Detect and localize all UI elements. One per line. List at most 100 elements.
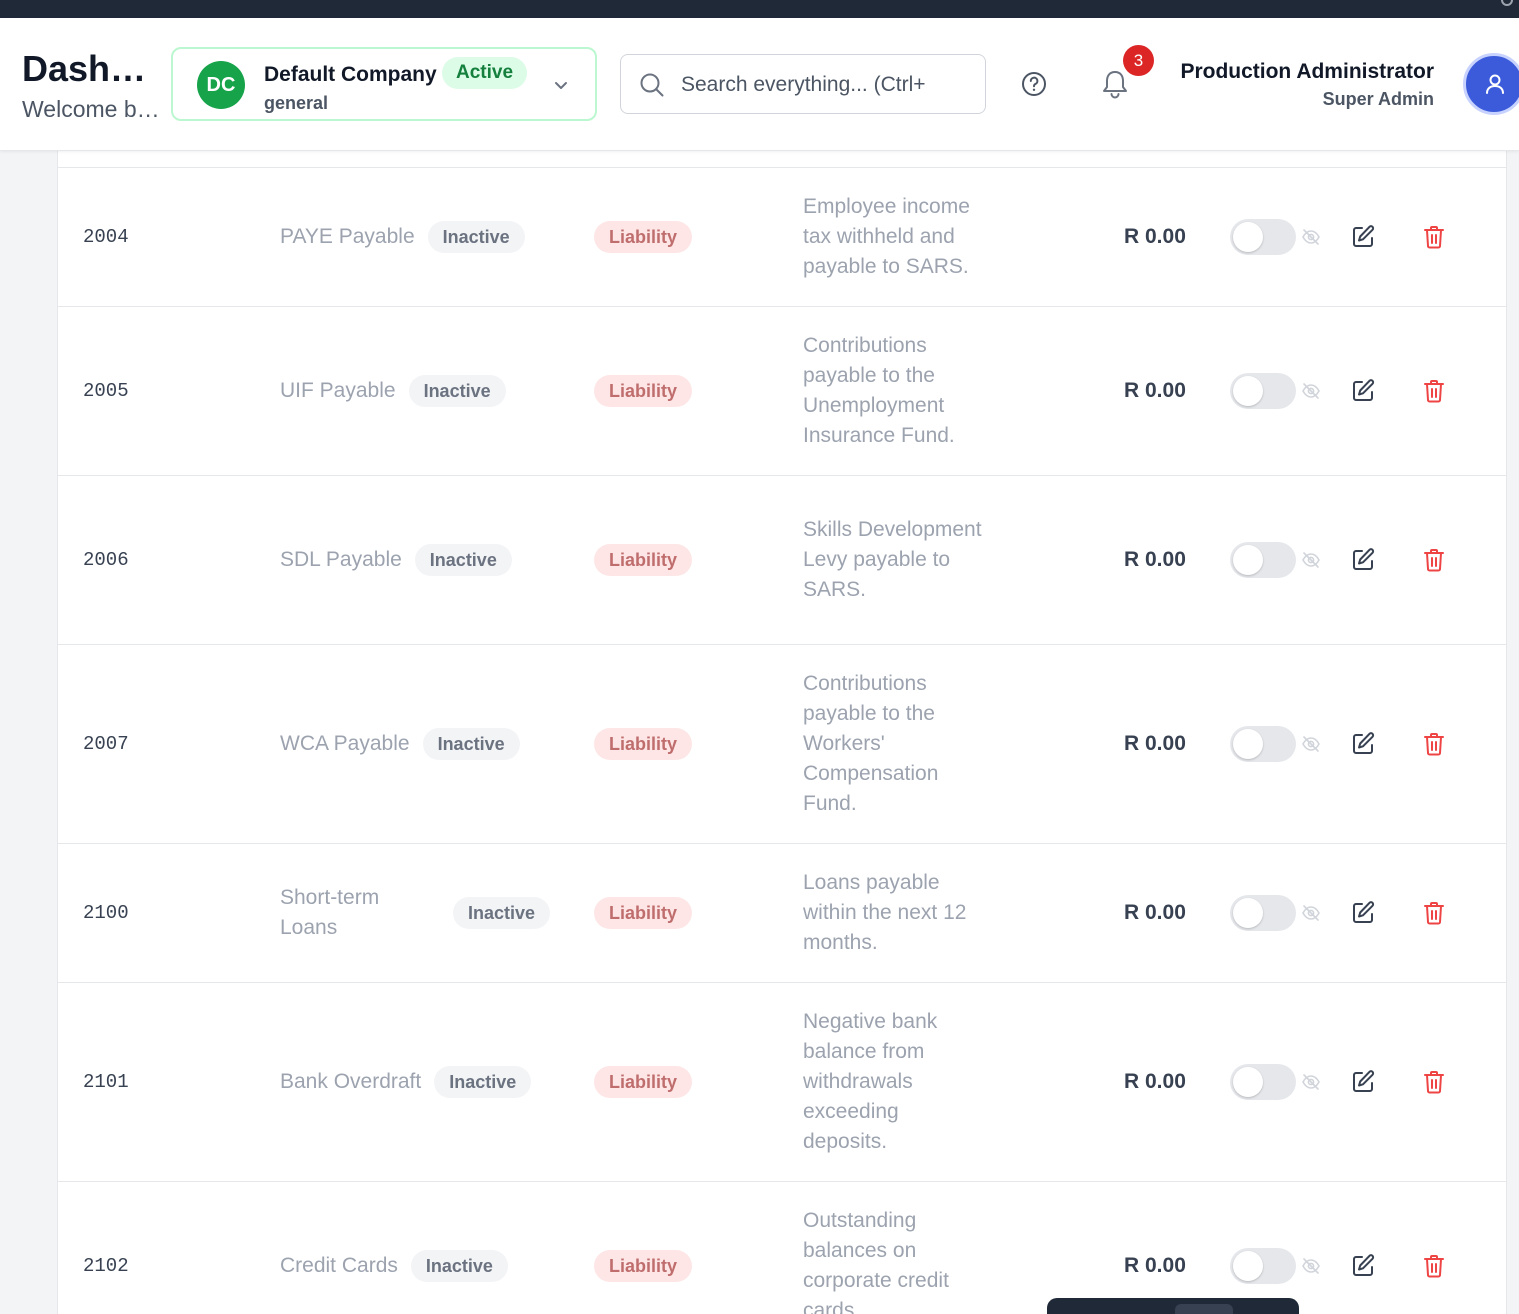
account-code: 2007: [83, 733, 129, 755]
status-badge: Inactive: [434, 1066, 532, 1098]
company-code: general: [264, 93, 329, 113]
app-header: Dashboard Welcome back DC Default Compan…: [0, 18, 1519, 151]
toggle-knob: [1233, 729, 1263, 759]
company-avatar: DC: [197, 61, 245, 109]
account-type-badge: Liability: [594, 1066, 693, 1098]
bell-icon[interactable]: [1100, 68, 1130, 100]
account-type-badge: Liability: [594, 375, 693, 407]
eye-off-icon: [1302, 1074, 1320, 1090]
account-name-cell: Bank Overdraft Inactive: [280, 1066, 532, 1098]
page-title: Dashboard: [22, 48, 162, 89]
help-circle-icon[interactable]: [1020, 70, 1048, 98]
account-description: Skills Development Levy payable to SARS.: [803, 518, 982, 601]
eye-off-icon: [1302, 905, 1320, 921]
account-name: UIF Payable: [280, 379, 396, 402]
search-icon: [640, 73, 664, 97]
global-search[interactable]: [620, 54, 986, 114]
floating-toolbar[interactable]: [1047, 1298, 1299, 1314]
account-balance: R 0.00: [1124, 225, 1186, 248]
edit-icon[interactable]: [1350, 1069, 1376, 1095]
active-toggle[interactable]: [1230, 1064, 1296, 1100]
eye-off-icon: [1302, 383, 1320, 399]
toggle-knob: [1233, 1067, 1263, 1097]
trash-icon[interactable]: [1423, 1254, 1445, 1278]
account-description: Contributions payable to the Workers' Co…: [803, 672, 939, 815]
window-top-strip: [0, 0, 1519, 18]
account-name-cell: UIF Payable Inactive: [280, 375, 506, 407]
company-status-badge: Active: [442, 57, 528, 89]
eye-off-icon: [1302, 736, 1320, 752]
account-description: Loans payable within the next 12 months.: [803, 871, 967, 954]
edit-icon[interactable]: [1350, 547, 1376, 573]
window-corner-icon: [1501, 0, 1513, 6]
edit-icon[interactable]: [1350, 731, 1376, 757]
search-input[interactable]: [681, 65, 927, 105]
account-description: Outstanding balances on corporate credit…: [803, 1208, 949, 1314]
toggle-knob: [1233, 545, 1263, 575]
edit-icon[interactable]: [1350, 224, 1376, 250]
eye-off-icon: [1302, 1257, 1320, 1274]
account-type-badge: Liability: [594, 1249, 693, 1282]
account-code: 2101: [83, 1071, 129, 1093]
notification-count-badge: 3: [1123, 45, 1154, 76]
account-name-cell: WCA Payable Inactive: [280, 728, 520, 760]
trash-icon[interactable]: [1423, 901, 1445, 925]
toolbar-handle[interactable]: [1175, 1304, 1233, 1314]
edit-icon[interactable]: [1350, 1253, 1376, 1279]
account-description: Employee income tax withheld and payable…: [803, 195, 970, 278]
active-toggle[interactable]: [1230, 373, 1296, 409]
active-toggle[interactable]: [1230, 726, 1296, 762]
trash-icon[interactable]: [1423, 732, 1445, 756]
account-type-badge: Liability: [594, 544, 693, 576]
eye-off-icon: [1302, 552, 1320, 568]
eye-off-icon: [1302, 229, 1320, 245]
toggle-knob: [1233, 222, 1263, 252]
status-badge: Inactive: [453, 897, 551, 929]
account-code: 2005: [83, 380, 129, 402]
account-name-cell: SDL Payable Inactive: [280, 544, 512, 576]
company-name: Default Company: [264, 63, 437, 86]
account-name-cell: Credit Cards Inactive: [280, 1249, 508, 1282]
active-toggle[interactable]: [1230, 542, 1296, 578]
table-row: 2004 PAYE Payable Inactive Liability Emp…: [58, 168, 1506, 307]
account-code: 2006: [83, 549, 129, 571]
company-switcher[interactable]: DC Default Company Active general: [171, 47, 597, 121]
status-badge: Inactive: [422, 728, 520, 760]
account-name: WCA Payable: [280, 732, 410, 755]
trash-icon[interactable]: [1423, 379, 1445, 403]
table-row: 2101 Bank Overdraft Inactive Liability N…: [58, 983, 1506, 1182]
account-name: Credit Cards: [280, 1253, 398, 1277]
trash-icon[interactable]: [1423, 225, 1445, 249]
accounts-table: 2004 PAYE Payable Inactive Liability Emp…: [57, 151, 1507, 1314]
toggle-knob: [1233, 898, 1263, 928]
table-row: 2102 Credit Cards Inactive Liability Out…: [58, 1182, 1506, 1314]
edit-icon[interactable]: [1350, 900, 1376, 926]
user-avatar[interactable]: [1463, 53, 1519, 115]
trash-icon[interactable]: [1423, 548, 1445, 572]
status-badge: Inactive: [410, 1249, 508, 1282]
account-balance: R 0.00: [1124, 901, 1186, 924]
account-description: Contributions payable to the Unemploymen…: [803, 334, 955, 447]
user-name: Production Administrator: [1180, 60, 1434, 83]
active-toggle[interactable]: [1230, 1247, 1296, 1284]
account-balance: R 0.00: [1124, 379, 1186, 402]
active-toggle[interactable]: [1230, 219, 1296, 255]
edit-icon[interactable]: [1350, 378, 1376, 404]
account-type-badge: Liability: [594, 221, 693, 253]
account-type-badge: Liability: [594, 728, 693, 760]
account-name: Bank Overdraft: [280, 1070, 422, 1093]
chevron-down-icon: [555, 82, 567, 89]
table-row: 2005 UIF Payable Inactive Liability Cont…: [58, 307, 1506, 476]
active-toggle[interactable]: [1230, 895, 1296, 931]
trash-icon[interactable]: [1423, 1070, 1445, 1094]
account-name: PAYE Payable: [280, 225, 415, 248]
account-type-badge: Liability: [594, 897, 693, 929]
account-code: 2102: [83, 1254, 129, 1277]
account-name-cell: Short-term Loans Inactive: [280, 883, 551, 943]
user-icon: [1486, 74, 1504, 94]
page-subtitle: Welcome back: [22, 96, 170, 122]
toggle-knob: [1233, 376, 1263, 406]
account-name-cell: PAYE Payable Inactive: [280, 221, 525, 253]
toggle-knob: [1233, 1250, 1263, 1281]
account-balance: R 0.00: [1124, 1070, 1186, 1093]
